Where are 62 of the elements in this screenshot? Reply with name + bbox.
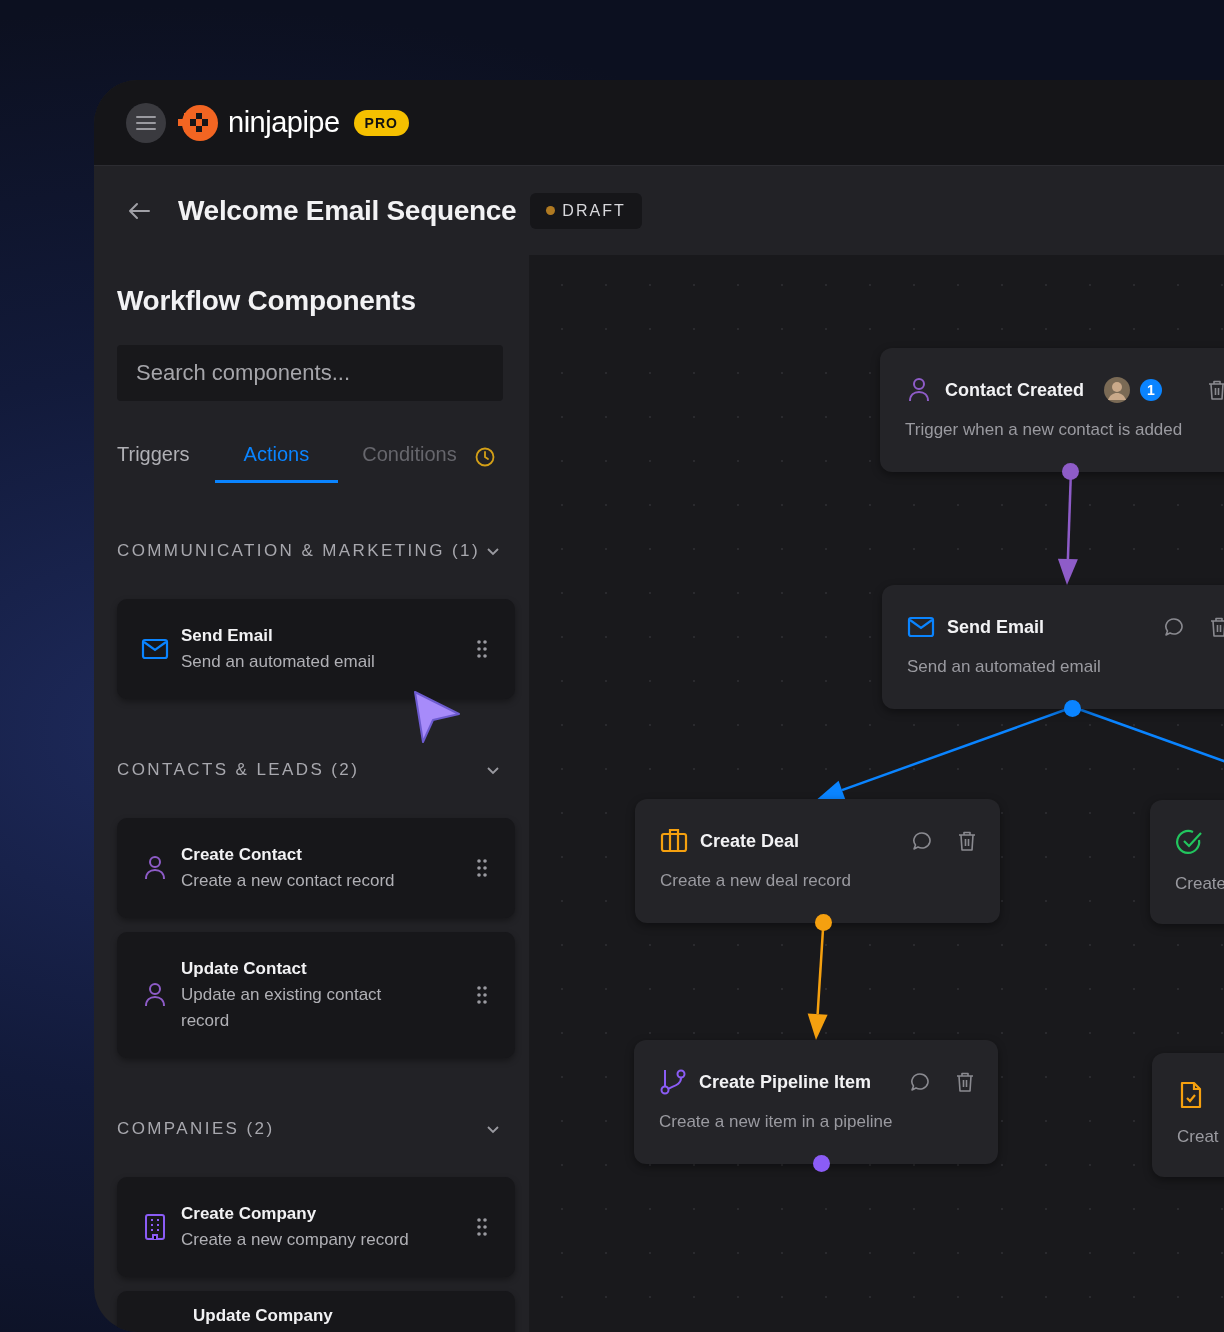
search-field[interactable]: Search components...: [117, 345, 503, 401]
component-card[interactable]: Update Company: [117, 1291, 515, 1332]
workflow-node[interactable]: Create Pipeline Item Create a new item in a pipeline: [634, 1040, 998, 1164]
component-title: Create Company: [181, 1203, 318, 1225]
component-card[interactable]: Update Contact Update an existing contact record: [117, 932, 515, 1058]
avatar-icon: [1104, 377, 1130, 403]
node-description: Creat: [1177, 1127, 1220, 1147]
drag-handle-icon[interactable]: [477, 1218, 487, 1236]
comment-icon[interactable]: [1164, 617, 1184, 637]
section-heading: CONTACTS & LEADS (2): [117, 760, 360, 780]
logo-icon: [178, 104, 218, 141]
trash-icon[interactable]: [1210, 617, 1224, 637]
section-heading: COMMUNICATION & MARKETING (1): [117, 541, 480, 561]
node-title: Create Pipeline Item: [699, 1071, 873, 1093]
node-description: Send an automated email: [907, 657, 1102, 677]
connection-port[interactable]: [1064, 700, 1081, 717]
comment-icon[interactable]: [910, 1072, 930, 1092]
trash-icon[interactable]: [958, 831, 976, 851]
cursor-icon: [413, 690, 461, 744]
component-card[interactable]: Create Company Create a new company record: [117, 1177, 515, 1277]
logo-text: ninjapipe: [228, 106, 340, 139]
section-heading: COMPANIES (2): [117, 1119, 275, 1139]
trash-icon[interactable]: [1208, 380, 1224, 400]
component-title: Update Contact: [181, 958, 308, 980]
clock-icon: [474, 447, 495, 467]
menu-button[interactable]: [126, 102, 166, 143]
tab[interactable]: Actions: [214, 431, 339, 483]
connection-port[interactable]: [813, 1155, 830, 1172]
drag-handle-icon[interactable]: [477, 986, 487, 1004]
drag-handle-icon[interactable]: [477, 640, 487, 658]
plan-badge: PRO: [353, 109, 409, 136]
node-description: Trigger when a new contact is added: [905, 420, 1184, 440]
workflow-node[interactable]: Send Email Send an automated email: [882, 585, 1224, 709]
workflow-node[interactable]: Contact Created 1 Trigger when a new contact is added: [880, 348, 1224, 472]
workflow-title: Welcome Email Sequence: [178, 194, 517, 227]
connection-port[interactable]: [1062, 463, 1079, 480]
trash-icon[interactable]: [956, 1072, 974, 1092]
workflow-node[interactable]: Create Deal Create a new deal record: [635, 799, 1000, 923]
menu-icon: [136, 115, 156, 130]
comment-icon[interactable]: [912, 831, 932, 851]
component-card[interactable]: Send Email Send an automated email: [117, 599, 515, 699]
component-description: Update an existing contact record: [181, 984, 383, 1032]
component-card[interactable]: Create Contact Create a new contact record: [117, 818, 515, 918]
tab[interactable]: Triggers: [117, 431, 215, 483]
node-title: Send Email: [947, 616, 1046, 638]
back-arrow-icon: [128, 201, 150, 220]
node-description: Create a new deal record: [660, 871, 852, 891]
back-button[interactable]: [128, 201, 150, 220]
component-description: Create a new company record: [181, 1229, 410, 1251]
component-title: Create Contact: [181, 844, 303, 866]
drag-handle-icon[interactable]: [477, 859, 487, 877]
node-description: Create a new item in a pipeline: [659, 1112, 894, 1132]
component-title: Send Email: [181, 625, 274, 647]
count-badge: 1: [1140, 379, 1162, 401]
panel-title: Workflow Components: [117, 285, 417, 317]
component-description: Create a new contact record: [181, 870, 396, 892]
workflow-node[interactable]: Creat: [1152, 1053, 1224, 1177]
component-description: Send an automated email: [181, 651, 376, 673]
status-badge: DRAFT: [530, 192, 642, 229]
component-title: Update Company: [193, 1305, 334, 1327]
node-title: Contact Created: [945, 379, 1086, 401]
node-title: Create Deal: [700, 830, 801, 852]
